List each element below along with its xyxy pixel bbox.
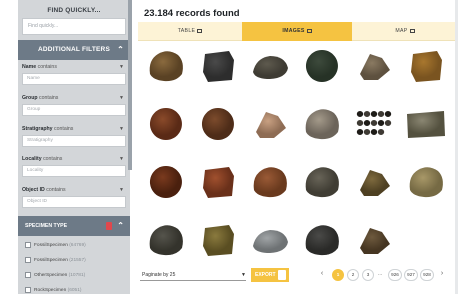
specimen-type-header[interactable]: SPECIMEN TYPE ⌃	[18, 216, 130, 236]
specimen-thumbnail[interactable]	[352, 102, 396, 146]
stratigraphy-field[interactable]: Stratigraphy	[22, 135, 126, 147]
dropdown-arrow-icon[interactable]: ▼	[119, 185, 124, 195]
name-field[interactable]: Name	[22, 73, 126, 85]
page-1[interactable]: 1	[332, 269, 344, 281]
specimen-thumbnail[interactable]	[248, 218, 292, 262]
specimen-thumbnail[interactable]	[404, 102, 448, 146]
specimen-thumbnail[interactable]	[248, 160, 292, 204]
pagination-ellipsis: ...	[378, 271, 383, 277]
checkbox[interactable]	[25, 286, 31, 293]
results-panel: 23.184 records found TABLE IMAGES MAP Pa…	[138, 0, 458, 294]
specimen-thumbnail[interactable]	[196, 218, 240, 262]
specimen-thumbnail[interactable]	[144, 218, 188, 262]
specimen-thumbnail[interactable]	[144, 44, 188, 88]
specimen-option[interactable]: OtherSpecimen (10781)	[25, 270, 129, 282]
checkbox[interactable]	[25, 271, 31, 278]
prev-page-button[interactable]: ‹	[316, 269, 328, 281]
tab-images[interactable]: IMAGES	[242, 22, 352, 41]
additional-filters-header[interactable]: ADDITIONAL FILTERS ⌃	[18, 40, 130, 60]
page-2[interactable]: 2	[347, 269, 359, 281]
dropdown-arrow-icon[interactable]: ▼	[119, 93, 124, 103]
specimen-option[interactable]: FossilSpecimen (21557)	[25, 255, 129, 267]
specimen-thumbnail[interactable]	[248, 102, 292, 146]
specimen-thumbnail[interactable]	[300, 102, 344, 146]
filter-stratigraphy: Stratigraphy contains ▼ Stratigraphy	[22, 124, 126, 147]
map-icon	[409, 28, 415, 33]
page-927[interactable]: 927	[404, 269, 418, 281]
filter-label[interactable]: Name contains ▼	[22, 62, 126, 72]
image-icon	[306, 28, 312, 33]
export-button[interactable]: EXPORT	[251, 268, 289, 282]
specimen-thumbnail[interactable]	[300, 44, 344, 88]
specimen-thumbnail[interactable]	[196, 160, 240, 204]
dropdown-arrow-icon[interactable]: ▼	[119, 124, 124, 134]
specimen-thumbnail[interactable]	[352, 160, 396, 204]
table-icon	[197, 28, 203, 33]
sidebar-scrollbar[interactable]	[128, 0, 132, 170]
filter-name: Name contains ▼ Name	[22, 62, 126, 85]
locality-field[interactable]: Locality	[22, 165, 126, 177]
chevron-up-icon[interactable]: ⌃	[117, 216, 124, 236]
export-icon	[278, 270, 286, 280]
specimen-thumbnail	[404, 218, 448, 262]
additional-filters-label: ADDITIONAL FILTERS	[38, 46, 110, 53]
clear-filter-icon[interactable]	[106, 222, 112, 230]
filter-label[interactable]: Group contains ▼	[22, 93, 126, 103]
specimen-thumbnail[interactable]	[352, 44, 396, 88]
dropdown-arrow-icon[interactable]: ▼	[119, 62, 124, 72]
tab-map[interactable]: MAP	[352, 22, 458, 41]
records-count: 23.184 records found	[144, 8, 240, 19]
checkbox[interactable]	[25, 256, 31, 263]
specimen-thumbnail[interactable]	[144, 102, 188, 146]
object-id-field[interactable]: Object ID	[22, 196, 126, 208]
find-quickly-input[interactable]: Find quickly...	[22, 18, 126, 35]
specimen-thumbnail[interactable]	[300, 160, 344, 204]
dropdown-arrow-icon[interactable]: ▼	[241, 270, 246, 280]
specimen-thumbnail[interactable]	[248, 44, 292, 88]
page-926[interactable]: 926	[388, 269, 402, 281]
specimen-thumbnail[interactable]	[404, 44, 448, 88]
view-tabs: TABLE IMAGES MAP	[138, 22, 458, 41]
specimen-thumbnail[interactable]	[196, 102, 240, 146]
filter-label[interactable]: Locality contains ▼	[22, 154, 126, 164]
filter-group: Group contains ▼ Group	[22, 93, 126, 116]
filter-locality: Locality contains ▼ Locality	[22, 154, 126, 177]
specimen-thumbnail[interactable]	[352, 218, 396, 262]
filter-label[interactable]: Stratigraphy contains ▼	[22, 124, 126, 134]
specimen-type-label: SPECIMEN TYPE	[25, 223, 68, 229]
specimen-thumbnail[interactable]	[404, 160, 448, 204]
chevron-up-icon[interactable]: ⌃	[117, 40, 124, 60]
specimen-option[interactable]: FossilSpecimen (64769)	[25, 240, 129, 252]
page-928[interactable]: 928	[420, 269, 434, 281]
specimen-thumbnail[interactable]	[144, 160, 188, 204]
filter-sidebar: FIND QUICKLY... Find quickly... ADDITION…	[18, 0, 130, 294]
paginate-select[interactable]: Paginate by 25 ▼	[140, 270, 246, 281]
next-page-button[interactable]: ›	[436, 269, 448, 281]
image-grid	[138, 44, 458, 262]
group-field[interactable]: Group	[22, 104, 126, 116]
specimen-thumbnail[interactable]	[196, 44, 240, 88]
filter-label[interactable]: Object ID contains ▼	[22, 185, 126, 195]
filter-object-id: Object ID contains ▼ Object ID	[22, 185, 126, 208]
checkbox[interactable]	[25, 241, 31, 248]
specimen-option[interactable]: RockSpecimen (6051)	[25, 285, 129, 294]
dropdown-arrow-icon[interactable]: ▼	[119, 154, 124, 164]
tab-table[interactable]: TABLE	[138, 22, 242, 41]
specimen-thumbnail[interactable]	[300, 218, 344, 262]
page-3[interactable]: 3	[362, 269, 374, 281]
